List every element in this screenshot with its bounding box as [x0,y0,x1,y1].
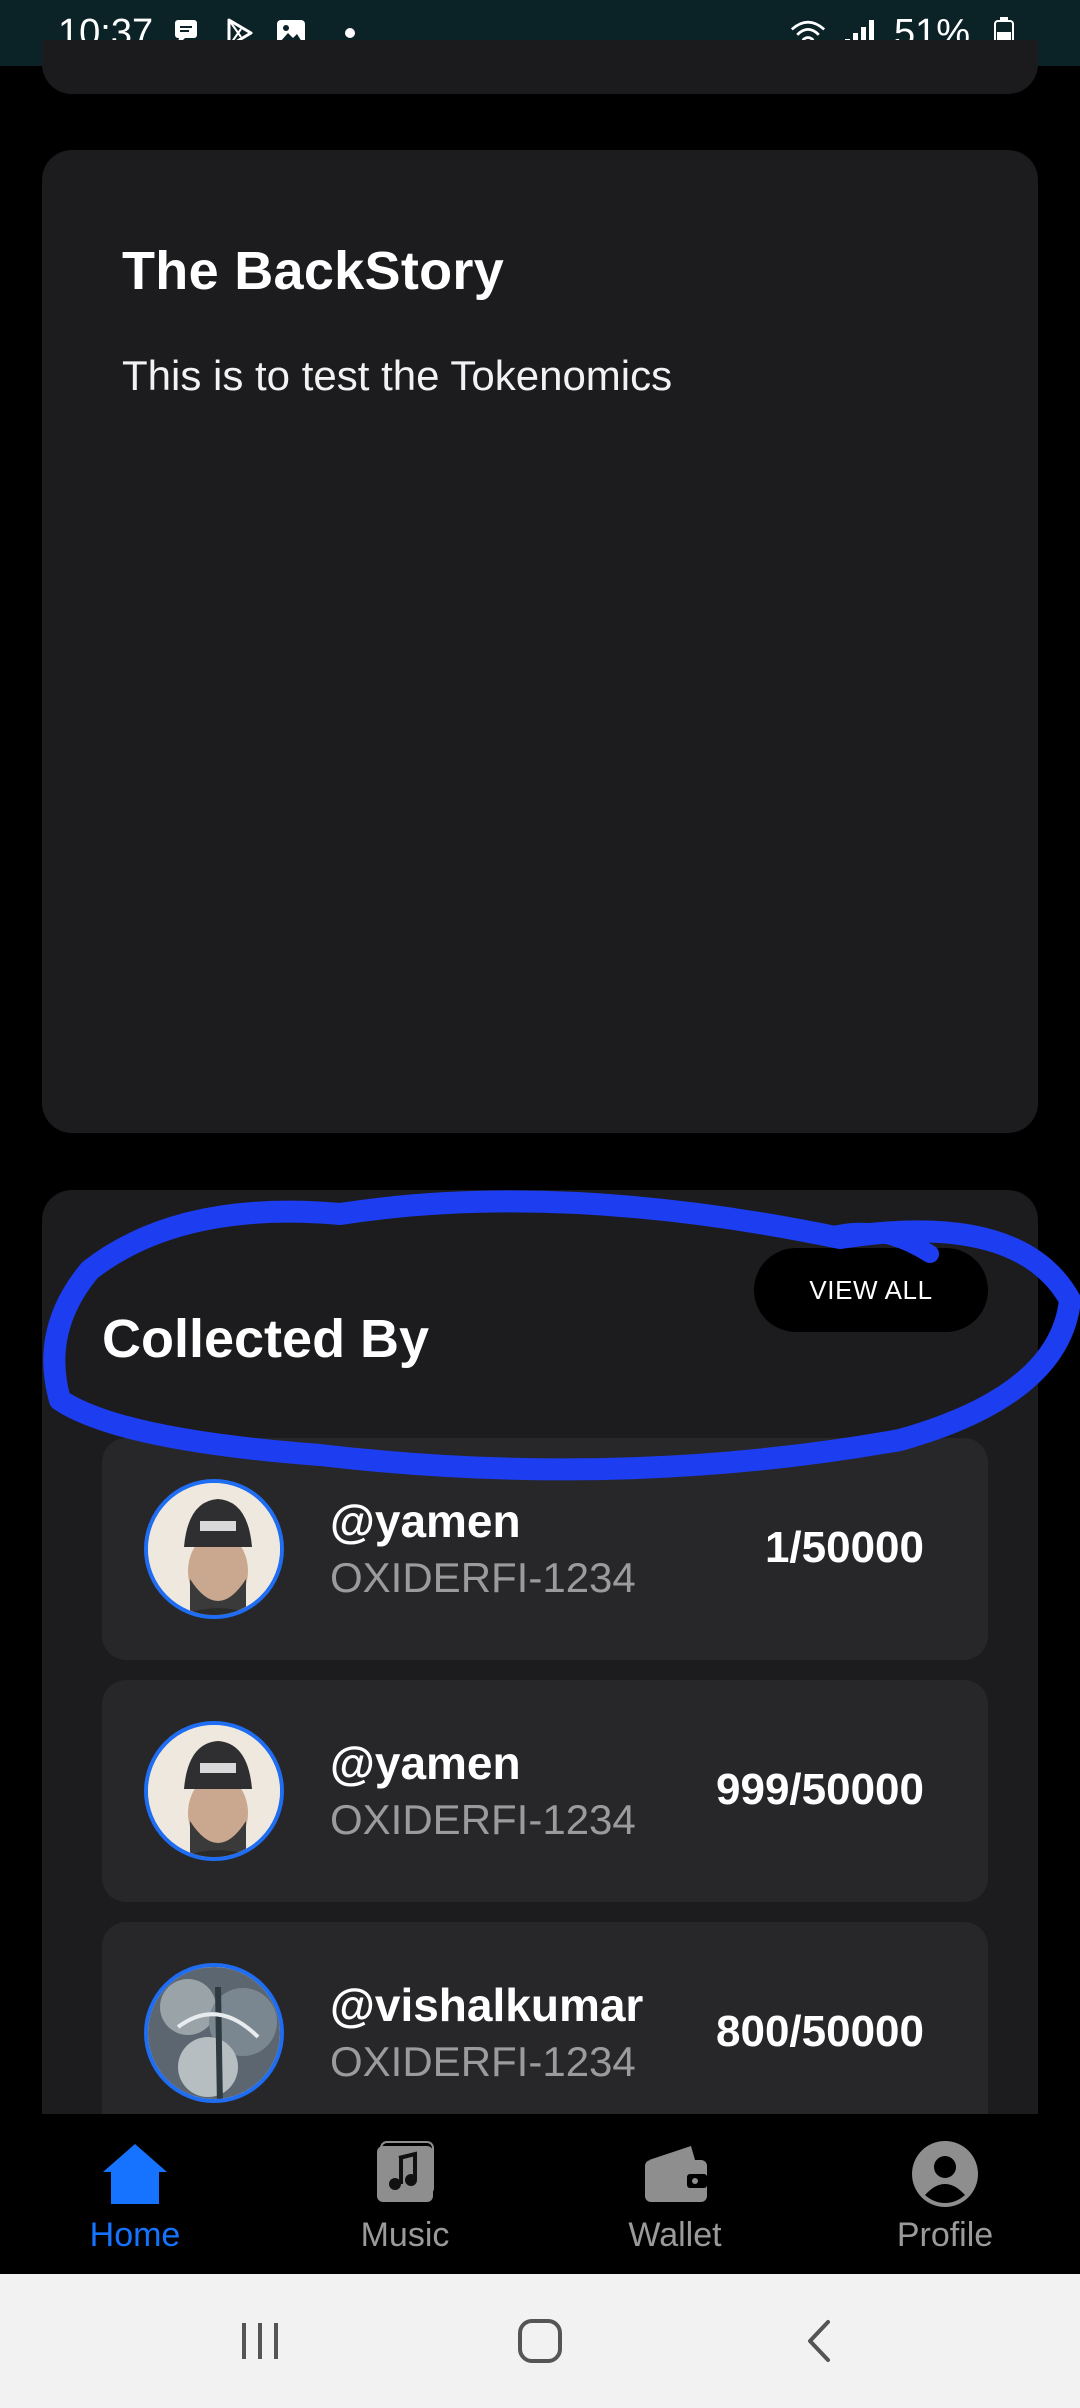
backstory-text: This is to test the Tokenomics [122,352,673,399]
collector-row[interactable]: @vishalkumar OXIDERFI-1234 800/50000 [102,1922,988,2144]
collector-username: @vishalkumar [330,1979,644,2031]
profile-icon [909,2138,981,2210]
nav-wallet[interactable]: Wallet [540,2114,810,2274]
collector-row[interactable]: @yamen OXIDERFI-1234 999/50000 [102,1680,988,1902]
backstory-card: The BackStory This is to test the Tokeno… [42,150,1038,1133]
collector-avatar [144,1963,284,2103]
collector-token: OXIDERFI-1234 [330,1796,636,1843]
collector-count: 800/50000 [716,2007,924,2056]
back-chevron-icon [808,2320,830,2362]
nav-profile[interactable]: Profile [810,2114,1080,2274]
collector-count: 999/50000 [716,1765,924,1814]
music-icon [369,2138,441,2210]
collector-token: OXIDERFI-1234 [330,2038,636,2085]
screen: 10:37 51% The BackStory This is to test … [0,0,1080,2408]
view-all-button[interactable]: VIEW ALL [754,1248,988,1332]
nav-home[interactable]: Home [0,2114,270,2274]
nav-music-label: Music [360,2216,450,2254]
recent-apps-button[interactable] [220,2301,300,2381]
collector-avatar [144,1479,284,1619]
home-button[interactable] [500,2301,580,2381]
wallet-icon [639,2138,711,2210]
collector-username: @yamen [330,1737,521,1789]
nav-profile-label: Profile [896,2216,994,2254]
collector-username: @yamen [330,1495,521,1547]
nav-home-label: Home [89,2216,181,2254]
collected-by-card: Collected By VIEW ALL @yamen OXIDERFI-12… [42,1190,1038,2190]
system-nav-bar [0,2274,1080,2408]
nav-wallet-label: Wallet [628,2216,722,2254]
nav-music[interactable]: Music [270,2114,540,2274]
collector-token: OXIDERFI-1234 [330,1554,636,1601]
collector-count: 1/50000 [764,1523,924,1572]
collector-avatar [144,1721,284,1861]
collected-by-title: Collected By [102,1309,430,1369]
back-button[interactable] [780,2301,860,2381]
bottom-nav: Home Music Wallet Profile [0,2114,1080,2274]
recent-apps-icon [242,2323,278,2359]
backstory-title: The BackStory [122,241,505,301]
home-square-icon [518,2319,562,2363]
notification-dot [345,28,356,38]
previous-card-bottom [42,40,1038,94]
collector-row[interactable]: @yamen OXIDERFI-1234 1/50000 [102,1438,988,1660]
home-icon [99,2138,171,2210]
